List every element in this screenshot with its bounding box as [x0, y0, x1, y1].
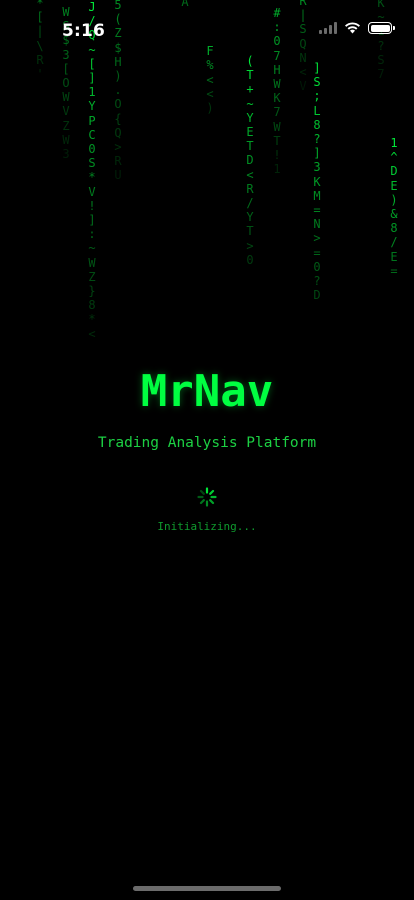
- battery-icon: [368, 22, 395, 34]
- loading-spinner-icon: [197, 487, 217, 507]
- splash-screen: *[| \ R ' W S $3[O W V Z W 3 J / Q ~[] 1 Y P C 0 S * V!]: ~ W Z}…: [0, 0, 414, 900]
- wifi-icon: [345, 22, 360, 34]
- status-icons: [319, 22, 395, 34]
- home-indicator[interactable]: [133, 886, 281, 891]
- loading-status-text: Initializing...: [157, 520, 257, 533]
- status-time: 5:16: [62, 21, 106, 41]
- splash-content: MrNav Trading Analysis Platform Initiali…: [0, 0, 414, 900]
- cellular-signal-icon: [319, 22, 337, 34]
- status-bar: 5:16: [0, 0, 414, 54]
- app-title: MrNav: [140, 366, 274, 417]
- app-subtitle: Trading Analysis Platform: [97, 435, 317, 451]
